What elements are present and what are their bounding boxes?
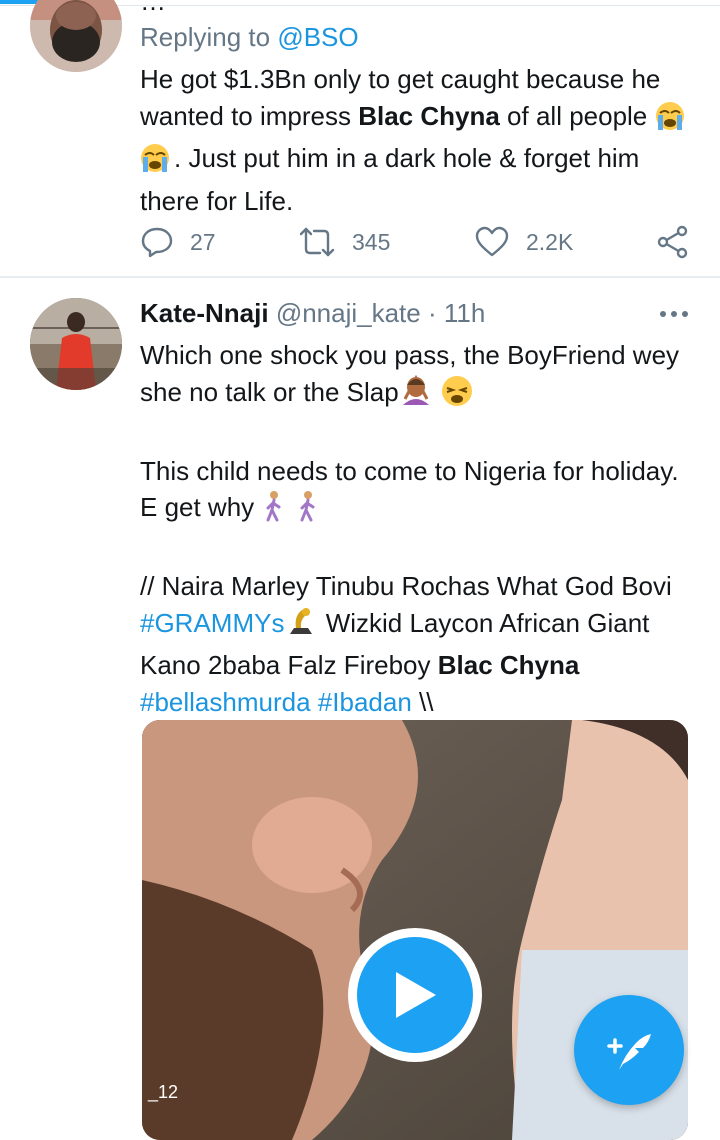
tweet-text-part: \\ bbox=[411, 686, 434, 717]
reply-button[interactable]: 27 bbox=[140, 222, 216, 262]
reply-icon bbox=[141, 227, 173, 258]
replying-handle-link[interactable]: @BSO bbox=[277, 22, 358, 52]
tweet-header: Kate-Nnaji @nnaji_kate · 11h bbox=[140, 298, 692, 334]
like-count: 2.2K bbox=[526, 228, 574, 255]
tweet-text-part: // Naira Marley Tinubu Rochas What God B… bbox=[140, 571, 687, 601]
share-button[interactable] bbox=[656, 222, 706, 262]
retweet-button[interactable]: 345 bbox=[298, 222, 390, 262]
weary-face-emoji-icon bbox=[440, 375, 474, 417]
retweet-icon bbox=[299, 227, 335, 257]
play-icon bbox=[396, 972, 436, 1018]
play-button[interactable] bbox=[348, 928, 482, 1062]
avatar[interactable] bbox=[30, 298, 122, 390]
reply-count: 27 bbox=[190, 228, 216, 255]
tweet-text-bold: Blac Chyna bbox=[358, 100, 500, 131]
replying-label: Replying to bbox=[140, 22, 271, 52]
tweet-text-part: . Just put him in a dark hole & forget h… bbox=[140, 143, 647, 216]
author-name[interactable]: Kate-Nnaji bbox=[140, 298, 269, 328]
tweet-text: Which one shock you pass, the BoyFriend … bbox=[140, 337, 700, 720]
grammy-trophy-icon bbox=[284, 606, 318, 648]
tweet-text-part: This child needs to come to Nigeria for … bbox=[140, 455, 686, 523]
like-icon bbox=[475, 226, 509, 257]
person-walking-emoji-icon bbox=[295, 490, 321, 532]
share-icon bbox=[657, 225, 688, 259]
tweet-text: He got $1.3Bn only to get caught because… bbox=[140, 61, 700, 219]
avatar[interactable] bbox=[30, 0, 122, 72]
play-button-inner bbox=[357, 937, 473, 1053]
hashtag-link[interactable]: #GRAMMYs bbox=[140, 608, 284, 638]
hashtag-link[interactable]: #bellashmurda bbox=[140, 687, 311, 717]
tweet-text-bold: Blac Chyna bbox=[437, 650, 580, 680]
person-walking-emoji-icon bbox=[261, 490, 287, 532]
loudly-crying-emoji-icon bbox=[140, 143, 174, 183]
tweet-item[interactable]: … Replying to @BSO He got $1.3Bn only to… bbox=[0, 0, 720, 278]
retweet-count: 345 bbox=[352, 228, 391, 255]
tweet-item[interactable]: Kate-Nnaji @nnaji_kate · 11h Which one s… bbox=[0, 278, 720, 1140]
tweet-time: · 11h bbox=[427, 298, 486, 328]
compose-icon bbox=[607, 1034, 651, 1070]
tweet-actions: 27 345 2.2K bbox=[140, 222, 700, 262]
loudly-crying-emoji-icon bbox=[655, 101, 689, 141]
media-counter: _12 bbox=[148, 1082, 179, 1102]
tweet-text-part: of all people bbox=[499, 100, 648, 131]
tweet-header-cut-off: … bbox=[140, 0, 166, 16]
more-icon bbox=[660, 311, 688, 317]
woman-gesturing-emoji-icon bbox=[399, 374, 433, 417]
compose-tweet-button[interactable] bbox=[574, 995, 684, 1105]
replying-to: Replying to @BSO bbox=[140, 22, 359, 53]
like-button[interactable]: 2.2K bbox=[474, 222, 573, 262]
author-handle[interactable]: @nnaji_kate bbox=[276, 298, 421, 328]
hashtag-link[interactable]: #Ibadan bbox=[318, 687, 412, 717]
more-options-button[interactable] bbox=[656, 296, 692, 332]
